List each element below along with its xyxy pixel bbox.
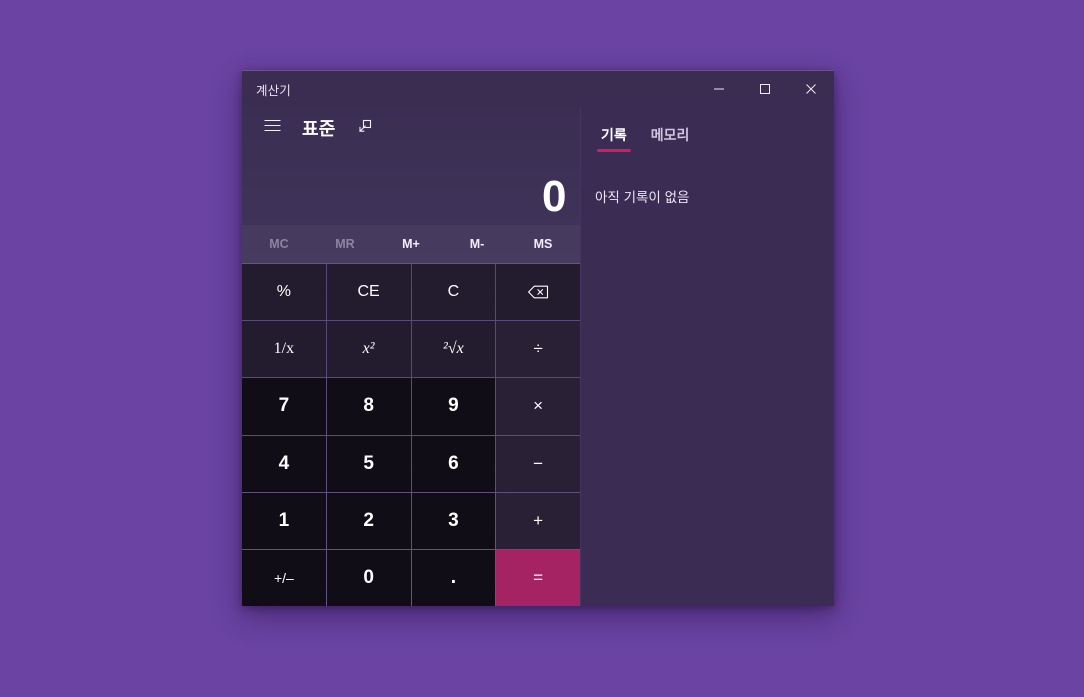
window-title: 계산기	[256, 83, 291, 98]
memory-subtract-button[interactable]: M-	[444, 229, 510, 259]
digit-4-button[interactable]: 4	[242, 435, 326, 492]
memory-clear-button[interactable]: MC	[246, 229, 312, 259]
add-button[interactable]: +	[496, 492, 580, 549]
digit-9-button[interactable]: 9	[411, 378, 496, 435]
calculator-mode-title: 표준	[302, 119, 336, 139]
keep-on-top-icon	[357, 118, 373, 139]
memory-recall-button[interactable]: MR	[312, 229, 378, 259]
maximize-button[interactable]	[742, 71, 788, 107]
digit-0-button[interactable]: 0	[326, 549, 411, 606]
memory-add-button[interactable]: M+	[378, 229, 444, 259]
tab-memory[interactable]: 메모리	[645, 121, 696, 153]
history-empty-message: 아직 기록이 없음	[595, 190, 690, 205]
window-controls	[696, 71, 834, 107]
backspace-icon	[527, 284, 549, 300]
digit-8-button[interactable]: 8	[326, 378, 411, 435]
digit-6-button[interactable]: 6	[411, 435, 496, 492]
close-button[interactable]	[788, 71, 834, 107]
digit-7-button[interactable]: 7	[242, 378, 326, 435]
desktop-background: 계산기 표준 0 MC MR M+ M- MS % CE C 1/x x² ²√…	[0, 0, 1084, 697]
minimize-icon	[713, 83, 725, 95]
multiply-button[interactable]: ×	[496, 378, 580, 435]
calculator-pane: 표준 0 MC MR M+ M- MS % CE C 1/x x² ²√x ÷ …	[242, 107, 580, 606]
reciprocal-label: 1/x	[273, 340, 295, 358]
square-label: x²	[362, 340, 375, 358]
history-memory-panel: 기록 메모리 아직 기록이 없음	[580, 107, 834, 606]
memory-store-button[interactable]: MS	[510, 229, 576, 259]
close-icon	[805, 83, 817, 95]
decimal-point-button[interactable]: .	[411, 549, 496, 606]
square-root-label: ²√x	[443, 340, 464, 358]
panel-tab-list: 기록 메모리	[581, 107, 834, 153]
display-value: 0	[542, 172, 566, 221]
negate-button[interactable]: +/–	[242, 549, 326, 606]
calculator-nav-row: 표준	[242, 107, 580, 149]
digit-3-button[interactable]: 3	[411, 492, 496, 549]
calculator-window: 계산기 표준 0 MC MR M+ M- MS % CE C 1/x x² ²√…	[242, 70, 834, 606]
square-root-button[interactable]: ²√x	[411, 321, 496, 378]
navigation-menu-button[interactable]	[252, 110, 292, 146]
digit-2-button[interactable]: 2	[326, 492, 411, 549]
clear-button[interactable]: C	[411, 264, 496, 321]
minimize-button[interactable]	[696, 71, 742, 107]
digit-1-button[interactable]: 1	[242, 492, 326, 549]
hamburger-menu-icon	[264, 119, 281, 137]
digit-5-button[interactable]: 5	[326, 435, 411, 492]
percent-button[interactable]: %	[242, 264, 326, 321]
tab-history[interactable]: 기록	[595, 121, 633, 153]
divide-button[interactable]: ÷	[496, 321, 580, 378]
memory-button-row: MC MR M+ M- MS	[242, 225, 580, 263]
window-body: 표준 0 MC MR M+ M- MS % CE C 1/x x² ²√x ÷ …	[242, 107, 834, 606]
subtract-button[interactable]: −	[496, 435, 580, 492]
title-bar[interactable]: 계산기	[242, 71, 834, 107]
backspace-button[interactable]	[496, 264, 580, 321]
keypad: % CE C 1/x x² ²√x ÷ 7 8 9 × 4 5 6 − 1 2 …	[242, 263, 580, 606]
equals-button[interactable]: =	[496, 549, 580, 606]
display-area[interactable]: 0	[242, 149, 580, 225]
square-button[interactable]: x²	[326, 321, 411, 378]
clear-entry-button[interactable]: CE	[326, 264, 411, 321]
reciprocal-button[interactable]: 1/x	[242, 321, 326, 378]
keep-on-top-button[interactable]	[348, 112, 382, 144]
maximize-icon	[759, 83, 771, 95]
